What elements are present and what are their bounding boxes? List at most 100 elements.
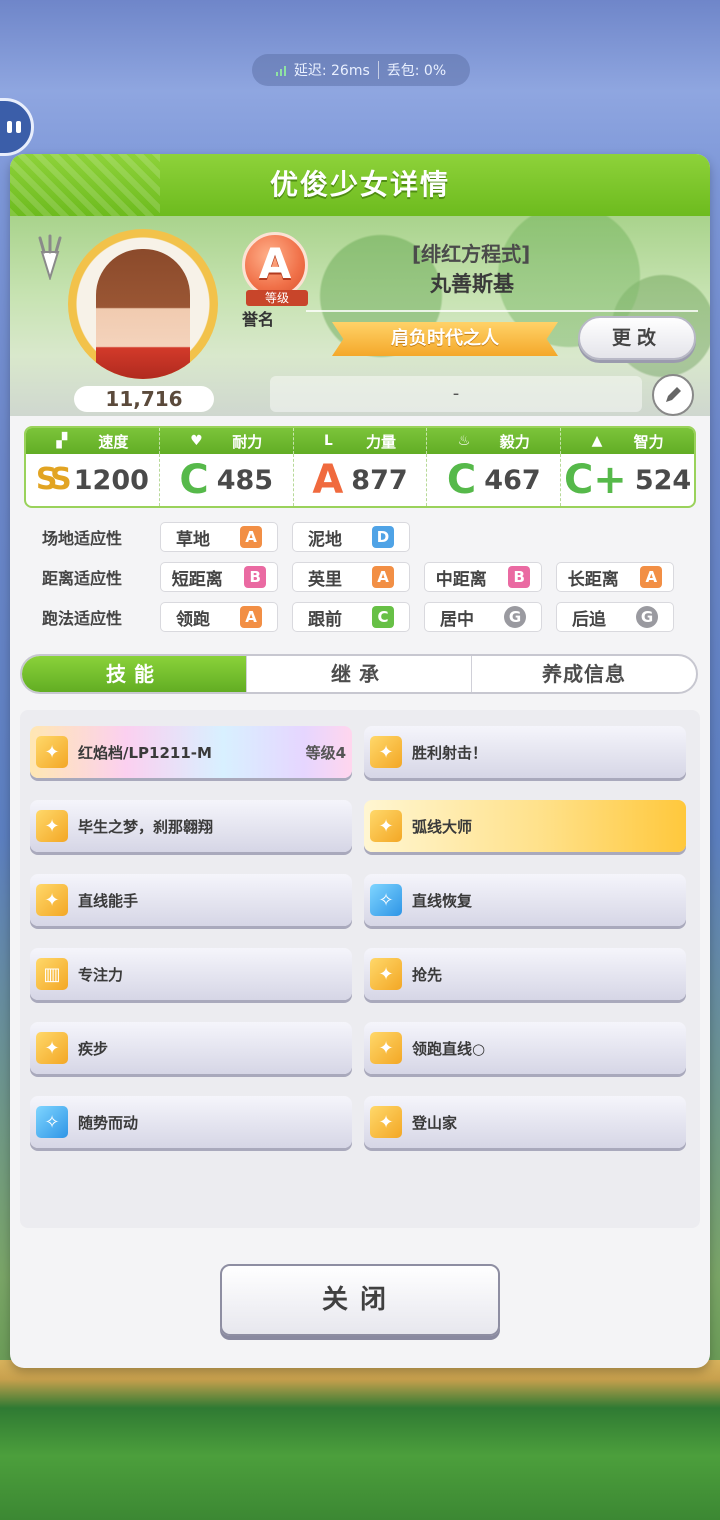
grade-badge: D (372, 526, 394, 548)
stat-grade: C (179, 457, 209, 503)
speed-skill-icon: ✦ (36, 810, 68, 842)
skill-item[interactable]: ✦ 弧线大师 (364, 800, 686, 852)
divider (377, 61, 379, 79)
stat-header-stamina: ♥ 耐力 (160, 428, 294, 454)
skill-name: 登山家 (412, 1113, 458, 1132)
grade-badge: B (244, 566, 267, 588)
skill-name: 直线能手 (78, 891, 139, 910)
character-detail-dialog: 优俊少女详情 11,716 A 等级 誉名 [绯红方程式] 丸善斯基 肩负时代之… (10, 154, 710, 1368)
stat-header-power: ᒪ 力量 (294, 428, 428, 454)
tab-skills[interactable]: 技能 (22, 656, 247, 692)
skill-item[interactable]: ✧ 直线恢复 (364, 874, 686, 926)
stat-header-guts: ♨ 毅力 (427, 428, 562, 454)
graduation-cap-icon: ▲ (591, 433, 603, 449)
skill-list: ✦ 红焰档/LP1211-M 等级4 ✦ 胜利射击！ ✦ 毕生之梦，刹那翱翔 ✦… (20, 710, 700, 1228)
racetrack-background (0, 1360, 720, 1520)
skill-name: 抢先 (412, 965, 443, 984)
grade-badge: A (640, 566, 663, 588)
shoe-icon: ▞ (56, 433, 68, 449)
strategy-aptitude-row: 跑法适应性 领跑 A 跟前 C 居中 G 后追 G (42, 602, 688, 632)
aptitude-chip: 中距离 B (424, 562, 542, 592)
stat-grade: C+ (563, 457, 627, 503)
stat-grade: SS (35, 462, 72, 497)
character-avatar[interactable] (68, 229, 218, 379)
change-title-button[interactable]: 更改 (578, 316, 696, 360)
grade-badge: G (504, 606, 526, 628)
stat-value: 524 (634, 464, 692, 496)
speed-skill-icon: ✦ (36, 736, 68, 768)
grade-badge: A (240, 526, 262, 548)
skill-name: 弧线大师 (412, 817, 473, 836)
skill-item[interactable]: ✦ 疾步 (30, 1022, 352, 1074)
skill-item[interactable]: ✦ 胜利射击！ (364, 726, 686, 778)
stat-value: 877 (351, 464, 408, 496)
speed-skill-icon: ✦ (370, 1032, 402, 1064)
skill-level: 等级4 (305, 743, 346, 762)
floating-assistant-button[interactable] (0, 98, 34, 156)
skill-item[interactable]: ✦ 抢先 (364, 948, 686, 1000)
skill-name: 专注力 (78, 965, 124, 984)
carrot-icon[interactable] (32, 234, 66, 280)
skill-name: 领跑直线○ (412, 1039, 486, 1058)
rank-ribbon: 等级 (246, 290, 308, 306)
aptitude-chip: 短距离 B (160, 562, 278, 592)
distance-aptitude-row: 距离适应性 短距离 B 英里 A 中距离 B 长距离 A (42, 562, 688, 592)
grade-badge: B (508, 566, 531, 588)
track-aptitude-row: 场地适应性 草地 A 泥地 D (42, 522, 424, 552)
skill-item[interactable]: ✦ 直线能手 (30, 874, 352, 926)
aptitude-label: 距离适应性 (42, 569, 123, 588)
gate-skill-icon: ▥ (36, 958, 68, 990)
flame-icon: ♨ (457, 433, 471, 449)
muscle-icon: ᒪ (323, 433, 333, 449)
stat-grade: C (446, 457, 477, 503)
grade-badge: C (372, 606, 394, 628)
skill-item[interactable]: ✦ 登山家 (364, 1096, 686, 1148)
skill-name: 毕生之梦，刹那翱翔 (78, 817, 214, 836)
skill-item[interactable]: ✦ 领跑直线○ (364, 1022, 686, 1074)
skill-name: 胜利射击！ (412, 743, 488, 762)
stat-header-speed: ▞ 速度 (26, 428, 160, 454)
skill-item[interactable]: ✦ 红焰档/LP1211-M 等级4 (30, 726, 352, 778)
rank-badge: A (242, 232, 308, 298)
aptitude-chip: 英里 A (292, 562, 410, 592)
speed-skill-icon: ✦ (36, 1032, 68, 1064)
aptitude-chip: 后追 G (556, 602, 674, 632)
stats-panel: ▞ 速度 ♥ 耐力 ᒪ 力量 ♨ 毅力 ▲ 智力 SS 1200 C 485 A 877 C 46… (24, 426, 696, 508)
skill-item[interactable]: ✧ 随势而动 (30, 1096, 352, 1148)
grade-badge: A (240, 606, 262, 628)
aptitude-chip: 长距离 A (556, 562, 674, 592)
aptitude-chip: 领跑 A (160, 602, 278, 632)
recovery-skill-icon: ✧ (36, 1106, 68, 1138)
stat-wisdom: C+ 524 (561, 454, 694, 506)
tab-training-info[interactable]: 养成信息 (472, 656, 696, 692)
heart-icon: ♥ (190, 433, 203, 449)
aptitude-label: 场地适应性 (42, 529, 123, 548)
speed-skill-icon: ✦ (370, 958, 402, 990)
grade-badge: A (372, 566, 394, 588)
close-button[interactable]: 关闭 (220, 1264, 500, 1336)
aptitude-chip: 跟前 C (292, 602, 410, 632)
aptitude-chip: 泥地 D (292, 522, 410, 552)
speed-skill-icon: ✦ (36, 884, 68, 916)
stat-value: 467 (484, 464, 541, 496)
detail-tabs: 技能 继承 养成信息 (20, 654, 698, 694)
signal-icon (275, 64, 286, 76)
stat-stamina: C 485 (160, 454, 294, 506)
stat-header-wisdom: ▲ 智力 (591, 432, 664, 451)
skill-item[interactable]: ✦ 毕生之梦，刹那翱翔 (30, 800, 352, 852)
fan-count: 11,716 (74, 386, 214, 412)
character-portrait (96, 249, 190, 379)
tab-inheritance[interactable]: 继承 (247, 656, 472, 692)
aptitude-chip: 居中 G (424, 602, 542, 632)
stat-value: 1200 (73, 464, 149, 496)
skill-name: 疾步 (78, 1039, 109, 1058)
stat-value: 485 (216, 464, 274, 496)
character-name: 丸善斯基 (430, 272, 514, 296)
skill-item[interactable]: ▥ 专注力 (30, 948, 352, 1000)
rank-name: 誉名 (242, 310, 275, 329)
skill-name: 直线恢复 (412, 891, 473, 910)
speed-skill-icon: ✦ (370, 810, 402, 842)
speed-skill-icon: ✦ (370, 736, 402, 768)
edit-comment-button[interactable] (652, 374, 694, 416)
latency-text: 延迟: 26ms (293, 63, 370, 79)
